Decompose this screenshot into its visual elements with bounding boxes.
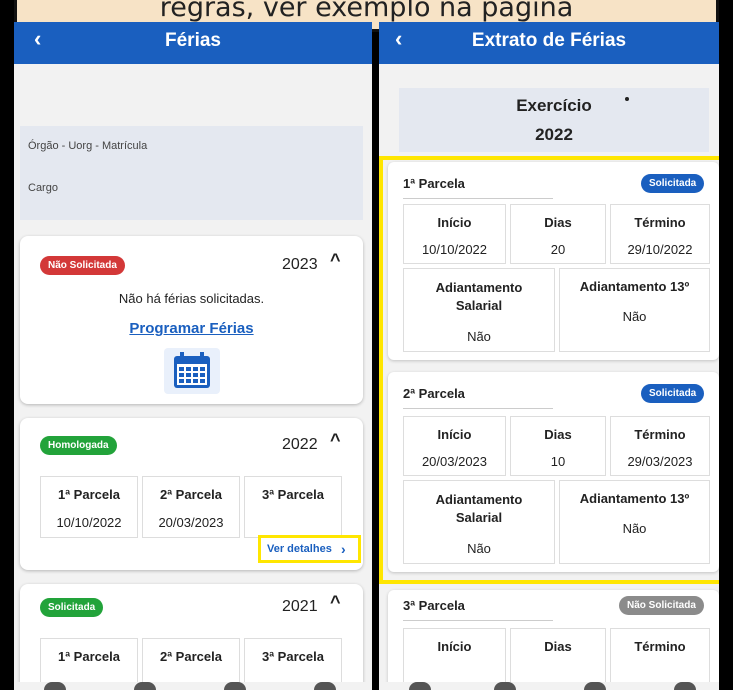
termino-box: Término — [610, 628, 710, 688]
status-badge: Não Solicitada — [40, 256, 125, 275]
status-badge: Homologada — [40, 436, 117, 455]
status-badge: Não Solicitada — [619, 596, 704, 615]
parcela-3-card: 3ª Parcela Não Solicitada Início Dias Té… — [388, 590, 719, 690]
exercicio-year: 2022 — [535, 125, 573, 144]
parcela-label: 1ª Parcela — [58, 649, 120, 664]
ver-detalhes-label: Ver detalhes — [267, 543, 332, 555]
bottom-nav — [14, 682, 372, 690]
extrato-ferias-screen: ‹ Extrato de Férias Exercício 2022 1ª Pa… — [379, 22, 719, 690]
parcela-label: 1ª Parcela — [58, 487, 120, 502]
parcela-1-box: 1ª Parcela 10/10/2022 — [40, 476, 138, 538]
parcela-date: 20/03/2023 — [158, 515, 224, 530]
year-label: 2021 — [282, 598, 318, 615]
termino-label: Término — [634, 639, 686, 654]
parcela-label: 3ª Parcela — [262, 649, 324, 664]
title-divider — [403, 620, 553, 621]
parcela-2-box: 2ª Parcela 20/03/2023 — [142, 476, 240, 538]
page-title: Férias — [165, 30, 221, 51]
calendar-icon[interactable] — [164, 348, 220, 394]
home-icon[interactable] — [44, 682, 66, 690]
ferias-screen: ‹ Férias Órgão - Uorg - Matrícula Cargo … — [14, 22, 372, 690]
exercicio-box: Exercício 2022 — [399, 88, 709, 152]
dias-box: Dias — [510, 628, 606, 688]
year-label: 2023 — [282, 256, 318, 273]
parcelas-highlight — [379, 156, 719, 584]
briefcase-icon[interactable] — [494, 682, 516, 690]
empty-message: Não há férias solicitadas. — [118, 291, 265, 306]
servidor-info-box: Órgão - Uorg - Matrícula Cargo — [20, 126, 363, 220]
decorative-dot — [625, 97, 629, 101]
collapse-chevron-icon[interactable]: ^ — [330, 592, 341, 613]
collapse-chevron-icon[interactable]: ^ — [330, 250, 341, 271]
briefcase-icon[interactable] — [134, 682, 156, 690]
home-icon[interactable] — [409, 682, 431, 690]
app-bar: ‹ Férias — [14, 22, 372, 64]
orgao-label: Órgão - Uorg - Matrícula — [28, 140, 148, 152]
parcela-label: 2ª Parcela — [160, 487, 222, 502]
profile-icon[interactable] — [674, 682, 696, 690]
profile-icon[interactable] — [314, 682, 336, 690]
page-title: Extrato de Férias — [471, 30, 627, 51]
exercicio-label: Exercício — [516, 96, 592, 115]
chat-icon[interactable] — [584, 682, 606, 690]
parcela-label: 3ª Parcela — [262, 487, 324, 502]
dias-label: Dias — [544, 639, 572, 654]
chevron-right-icon: › — [341, 541, 346, 557]
year-label: 2022 — [282, 436, 318, 453]
parcela-3-box: 3ª Parcela — [244, 476, 342, 538]
parcela-label: 2ª Parcela — [160, 649, 222, 664]
parcela-title: 3ª Parcela — [403, 598, 465, 613]
app-bar: ‹ Extrato de Férias — [379, 22, 719, 64]
cargo-label: Cargo — [28, 182, 58, 194]
chat-icon[interactable] — [224, 682, 246, 690]
inicio-label: Início — [437, 639, 472, 654]
inicio-box: Início — [403, 628, 506, 688]
parcela-date: 10/10/2022 — [56, 515, 122, 530]
programar-ferias-link[interactable]: Programar Férias — [20, 320, 363, 337]
status-badge: Solicitada — [40, 598, 104, 617]
ferias-card-2021: Solicitada 2021 ^ 1ª Parcela 2ª Parcela … — [20, 584, 363, 690]
collapse-chevron-icon[interactable]: ^ — [330, 430, 341, 451]
bottom-nav — [379, 682, 719, 690]
ver-detalhes-link[interactable]: Ver detalhes › — [258, 535, 361, 563]
